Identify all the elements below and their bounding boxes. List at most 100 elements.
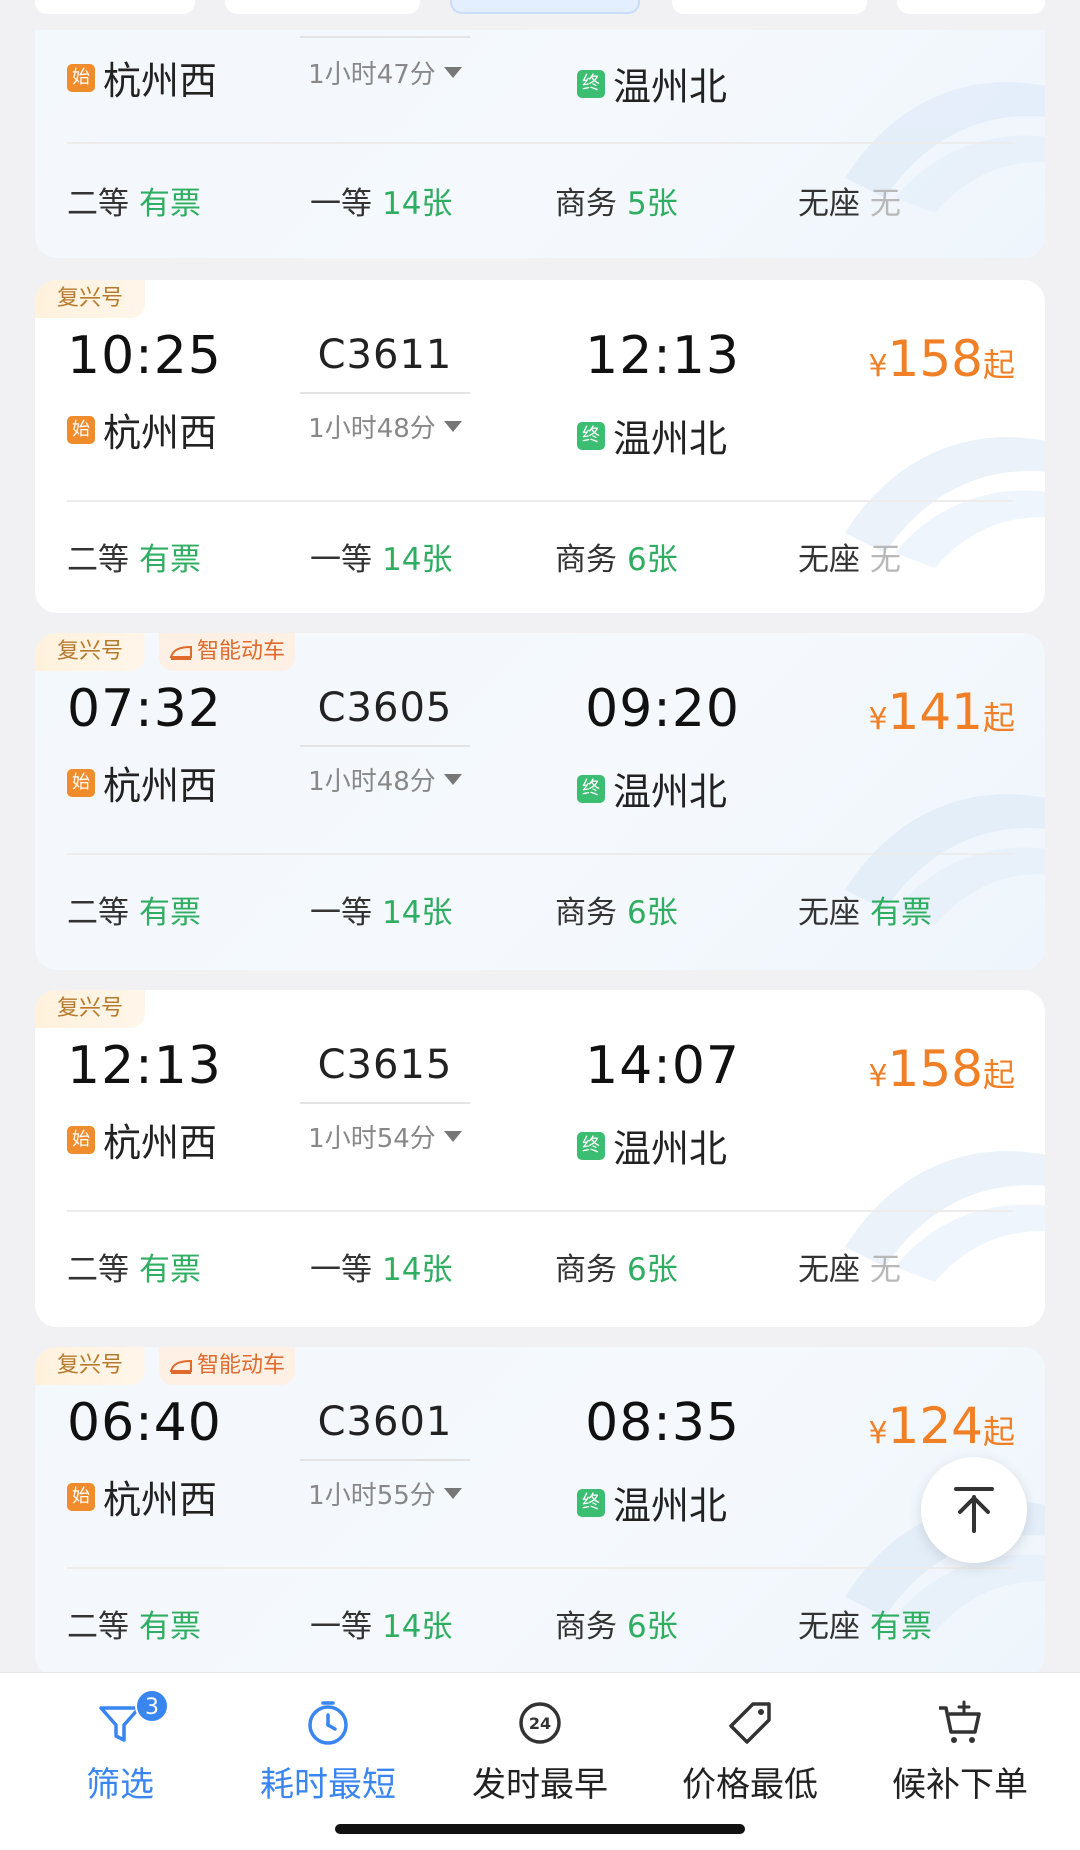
train-card-partial[interactable]: 始 杭州西 1小时47分 终 温州北 二等 有票 一等 14张 商务 5张 无座无	[35, 30, 1045, 258]
departure-time: 07:32	[67, 679, 222, 739]
clock-icon-wrap	[238, 1693, 418, 1753]
departure-station-name: 杭州西	[103, 1121, 218, 1165]
back-to-top-button[interactable]	[921, 1457, 1027, 1563]
24h-icon-text: 24	[529, 1714, 551, 1733]
seat-second-class: 二等 有票	[67, 887, 201, 932]
duration-text: 1小时48分	[308, 767, 436, 797]
date-tab[interactable]	[35, 0, 195, 14]
price-tag-icon	[729, 1702, 771, 1744]
departure-station: 始 杭州西	[67, 402, 217, 457]
seat-second-class: 二等 有票	[67, 534, 201, 579]
train-badges: 复兴号	[35, 990, 146, 1028]
train-card[interactable]: 复兴号 10:25 C3611 12:13 ¥158 起 始 杭州西 1小时48分…	[35, 280, 1045, 613]
seat-class: 商务	[555, 1609, 617, 1645]
badge-label: 复兴号	[57, 286, 124, 311]
train-card[interactable]: 复兴号 智能动车 06:40 C3601 08:35 ¥124 起 始 杭州西 1小…	[35, 1347, 1045, 1677]
seat-class: 二等	[67, 542, 129, 578]
seat-status: 有票	[139, 895, 201, 931]
card-divider	[67, 1210, 1013, 1212]
arrival-station: 终 温州北	[577, 761, 727, 816]
price: ¥158 起	[868, 330, 1015, 388]
arrow-up-icon	[954, 1487, 994, 1533]
seat-status: 有票	[870, 895, 932, 931]
sort-lowest-price-label: 价格最低	[682, 1765, 818, 1805]
date-tab-selected[interactable]	[450, 0, 640, 14]
departure-time: 06:40	[67, 1393, 222, 1453]
departure-station-name: 杭州西	[103, 411, 218, 455]
duration-divider	[300, 745, 470, 747]
currency-symbol: ¥	[868, 1416, 888, 1451]
badge-label: 智能动车	[197, 639, 286, 664]
departure-time: 12:13	[67, 1036, 222, 1096]
seat-business: 商务 6张	[555, 1244, 678, 1289]
seat-class: 无座	[798, 542, 860, 578]
badge-label: 复兴号	[57, 1353, 124, 1378]
seat-class: 一等	[310, 186, 372, 222]
duration-toggle[interactable]: 1小时48分	[300, 761, 470, 798]
arrival-station-name: 温州北	[613, 1484, 728, 1528]
seat-status: 5张	[627, 186, 678, 222]
sort-lowest-price-button[interactable]: 价格最低	[660, 1693, 840, 1806]
card-divider	[67, 853, 1013, 855]
badge-label: 复兴号	[57, 639, 124, 664]
chevron-down-icon	[443, 1488, 462, 1499]
chevron-down-icon	[443, 421, 462, 432]
train-card[interactable]: 复兴号 12:13 C3615 14:07 ¥158 起 始 杭州西 1小时54分…	[35, 990, 1045, 1327]
seat-class: 一等	[310, 895, 372, 931]
sort-earliest-departure-button[interactable]: 24 发时最早	[450, 1693, 630, 1806]
duration-toggle[interactable]: 1小时55分	[300, 1475, 470, 1512]
seat-status: 14张	[382, 542, 453, 578]
date-tab[interactable]	[672, 0, 867, 14]
price-value: 124	[887, 1397, 983, 1455]
arrival-station-name: 温州北	[613, 65, 728, 109]
duration-toggle[interactable]: 1小时48分	[300, 408, 470, 445]
start-station-tag: 始	[67, 63, 95, 92]
seat-second-class: 二等 有票	[67, 178, 201, 223]
duration-toggle[interactable]: 1小时47分	[300, 54, 470, 91]
waitlist-order-label: 候补下单	[892, 1765, 1028, 1805]
seat-standing: 无座 有票	[798, 1601, 932, 1646]
price-suffix: 起	[982, 1056, 1015, 1094]
train-icon	[169, 645, 193, 660]
train-number: C3611	[317, 332, 453, 378]
end-station-tag: 终	[577, 69, 605, 98]
arrival-time: 14:07	[585, 1036, 740, 1096]
arrival-station-name: 温州北	[613, 1127, 728, 1171]
departure-station-name: 杭州西	[103, 1478, 218, 1522]
seat-class: 一等	[310, 1609, 372, 1645]
arrival-station: 终 温州北	[577, 1118, 727, 1173]
date-tabs-strip	[0, 0, 1080, 18]
seat-class: 无座	[798, 1609, 860, 1645]
fuxing-badge: 复兴号	[35, 280, 146, 318]
price-value: 158	[887, 1040, 983, 1098]
cart-plus-icon-wrap	[870, 1693, 1050, 1753]
seat-status: 6张	[627, 1252, 678, 1288]
price-suffix: 起	[982, 1413, 1015, 1451]
filter-button[interactable]: 3 筛选	[30, 1689, 210, 1806]
departure-station: 始 杭州西	[67, 1469, 217, 1524]
departure-station: 始 杭州西	[67, 1112, 217, 1167]
24h-icon: 24	[519, 1702, 561, 1744]
currency-symbol: ¥	[868, 349, 888, 384]
train-number: C3605	[317, 685, 453, 731]
seat-status: 有票	[139, 1609, 201, 1645]
train-number: C3615	[317, 1042, 453, 1088]
arrival-station-name: 温州北	[613, 417, 728, 461]
seat-status: 6张	[627, 1609, 678, 1645]
seat-business: 商务 6张	[555, 534, 678, 579]
end-station-tag: 终	[577, 421, 605, 450]
seat-second-class: 二等 有票	[67, 1601, 201, 1646]
seat-first-class: 一等 14张	[310, 178, 452, 223]
train-card[interactable]: 复兴号 智能动车 07:32 C3605 09:20 ¥141 起 始 杭州西 1小…	[35, 633, 1045, 970]
duration-toggle[interactable]: 1小时54分	[300, 1118, 470, 1155]
fuxing-badge: 复兴号	[35, 1347, 146, 1385]
sort-shortest-duration-label: 耗时最短	[260, 1765, 396, 1805]
sort-shortest-duration-button[interactable]: 耗时最短	[238, 1693, 418, 1806]
date-tab[interactable]	[225, 0, 420, 14]
date-tab[interactable]	[897, 0, 1045, 14]
waitlist-order-button[interactable]: 候补下单	[870, 1693, 1050, 1806]
duration-text: 1小时55分	[308, 1481, 436, 1511]
chevron-down-icon	[443, 1131, 462, 1142]
seat-status: 14张	[382, 1609, 453, 1645]
fuxing-badge: 复兴号	[35, 990, 146, 1028]
